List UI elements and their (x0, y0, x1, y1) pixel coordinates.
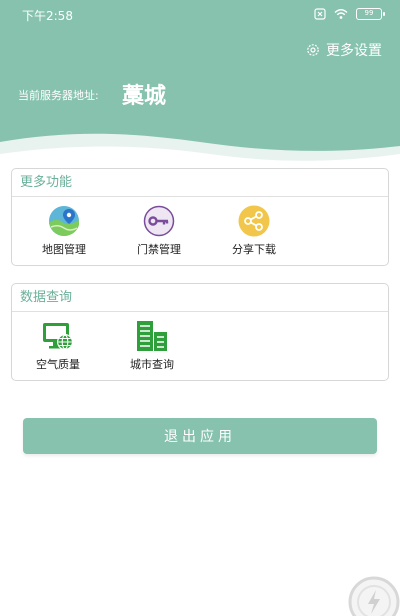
share-download-label: 分享下载 (232, 243, 276, 256)
air-quality-icon (43, 323, 73, 350)
data-query-title: 数据查询 (12, 284, 388, 312)
server-address-value: 藁城 (122, 84, 167, 109)
lightning-icon[interactable] (344, 574, 400, 616)
map-management-item[interactable]: 地图管理 (24, 197, 104, 265)
access-control-label: 门禁管理 (137, 243, 181, 256)
status-icons: 99 (314, 6, 385, 22)
city-query-label: 城市查询 (130, 358, 174, 371)
more-settings-label: 更多设置 (326, 43, 382, 59)
more-settings-button[interactable]: 更多设置 (306, 40, 382, 60)
status-bar: 下午2:58 99 (0, 0, 400, 28)
key-icon (143, 205, 175, 237)
more-functions-title: 更多功能 (12, 169, 388, 197)
share-icon (238, 205, 270, 237)
exit-app-button[interactable]: 退出应用 (23, 418, 377, 454)
more-functions-items: 地图管理 门禁管理 分享下载 (12, 197, 388, 265)
access-control-item[interactable]: 门禁管理 (119, 197, 199, 265)
status-time: 下午2:58 (22, 9, 73, 23)
gear-icon (307, 44, 319, 56)
notification-close-icon (314, 8, 326, 20)
city-icon (137, 321, 167, 351)
city-query-item[interactable]: 城市查询 (112, 312, 192, 380)
share-download-item[interactable]: 分享下载 (214, 197, 294, 265)
air-quality-item[interactable]: 空气质量 (18, 312, 98, 380)
data-query-card: 数据查询 空气质量 城市查询 (11, 283, 389, 381)
air-quality-label: 空气质量 (36, 358, 80, 371)
header-wave (0, 133, 400, 168)
battery-icon: 99 (356, 8, 385, 20)
server-address-label: 当前服务器地址: (18, 89, 99, 102)
map-icon (49, 206, 79, 236)
wifi-icon (334, 9, 348, 19)
data-query-items: 空气质量 城市查询 (12, 312, 388, 380)
more-functions-card: 更多功能 地图管理 门禁管理 分享下载 (11, 168, 389, 266)
map-management-label: 地图管理 (42, 243, 86, 256)
